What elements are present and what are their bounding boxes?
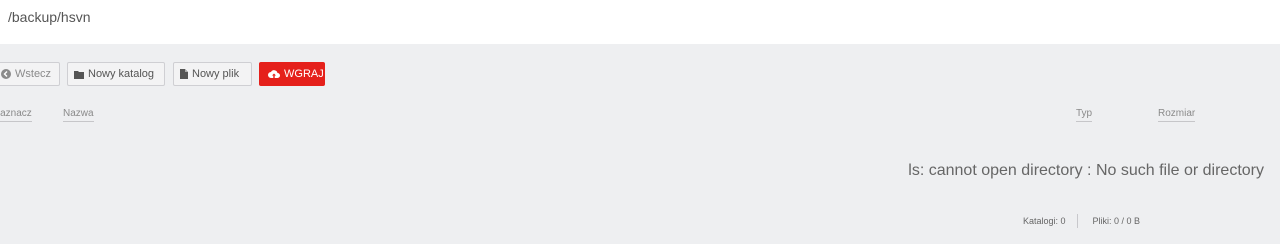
new-file-button[interactable]: Nowy plik: [173, 62, 252, 86]
column-header-select[interactable]: Zaznacz: [0, 108, 32, 122]
files-count: Pliki: 0 / 0 B: [1092, 216, 1140, 226]
error-message: ls: cannot open directory : No such file…: [908, 162, 1264, 179]
cloud-upload-icon: [268, 69, 280, 79]
column-header-size[interactable]: Rozmiar: [1158, 108, 1196, 122]
folder-icon: [74, 70, 84, 79]
new-file-label: Nowy plik: [192, 68, 240, 80]
current-path: /backup/hsvn: [8, 9, 91, 25]
back-button[interactable]: Wstecz: [0, 62, 60, 86]
file-icon: [180, 69, 188, 79]
divider: [1077, 214, 1079, 228]
new-folder-label: Nowy katalog: [88, 68, 155, 80]
circle-chevron-left-icon: [1, 69, 11, 79]
new-folder-button[interactable]: Nowy katalog: [67, 62, 165, 86]
back-button-label: Wstecz: [15, 68, 52, 80]
footer-stats: Katalogi: 0 Pliki: 0 / 0 B: [1023, 214, 1140, 228]
folders-count: Katalogi: 0: [1022, 216, 1066, 226]
upload-label: WGRAJ: [284, 68, 324, 80]
upload-button[interactable]: WGRAJ: [259, 62, 325, 86]
column-header-type[interactable]: Typ: [1076, 108, 1093, 122]
path-bar: /backup/hsvn: [0, 0, 1280, 44]
column-header-name[interactable]: Nazwa: [63, 108, 94, 122]
file-manager: /backup/hsvn Wstecz Nowy katalog Nowy pl…: [0, 0, 1280, 244]
